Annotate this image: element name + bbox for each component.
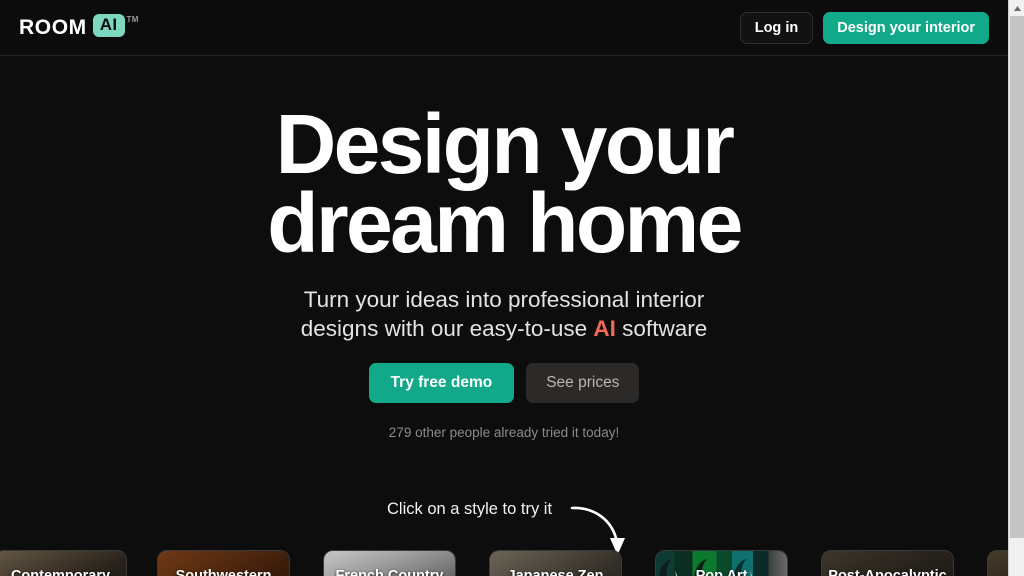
style-card-label: Japanese Zen bbox=[507, 568, 604, 576]
browser-page: ROOM AI TM Log in Design your interior D… bbox=[0, 0, 1024, 576]
logo-ai-badge: AI bbox=[92, 14, 125, 37]
site-logo[interactable]: ROOM AI TM bbox=[19, 14, 139, 41]
vertical-scrollbar[interactable] bbox=[1008, 0, 1024, 576]
style-card[interactable]: Southwestern bbox=[157, 550, 290, 576]
hero-subtitle-line2b: software bbox=[615, 316, 708, 341]
hero-subtitle-line2a: designs with our easy-to-use bbox=[300, 316, 594, 341]
style-card-label: Southwestern bbox=[175, 568, 272, 576]
style-card-label: French Country bbox=[335, 568, 444, 576]
style-card[interactable]: Japanese Zen bbox=[489, 550, 622, 576]
style-card-thumbnail bbox=[988, 551, 1008, 576]
hero-subtitle: Turn your ideas into professional interi… bbox=[0, 285, 1008, 343]
style-card-label: Post-Apocalyptic bbox=[828, 568, 947, 576]
style-card[interactable]: Contemporary bbox=[0, 550, 127, 576]
see-prices-button[interactable]: See prices bbox=[526, 363, 640, 403]
hero-cta-row: Try free demo See prices bbox=[0, 363, 1008, 403]
style-card-label: Pop Art bbox=[695, 568, 748, 576]
style-hint-label: Click on a style to try it bbox=[387, 500, 553, 518]
hero-title-line2: dream home bbox=[267, 176, 743, 270]
logo-word: ROOM bbox=[19, 16, 87, 39]
header-actions: Log in Design your interior bbox=[739, 11, 989, 44]
trademark-icon: TM bbox=[126, 15, 139, 24]
design-your-interior-button[interactable]: Design your interior bbox=[823, 11, 989, 44]
style-card[interactable]: Pop Art bbox=[655, 550, 788, 576]
hero-section: Design your dream home Turn your ideas i… bbox=[0, 56, 1008, 440]
page-title: Design your dream home bbox=[0, 102, 1008, 265]
style-card-label: Contemporary bbox=[10, 568, 111, 576]
scrollbar-thumb[interactable] bbox=[1010, 16, 1024, 538]
login-button[interactable]: Log in bbox=[739, 11, 814, 44]
style-card[interactable]: Post-Apocalyptic bbox=[821, 550, 954, 576]
site-header: ROOM AI TM Log in Design your interior bbox=[0, 0, 1008, 56]
hero-subtitle-ai-highlight: AI bbox=[593, 316, 616, 341]
style-card[interactable] bbox=[987, 550, 1008, 576]
style-card[interactable]: French Country bbox=[323, 550, 456, 576]
social-proof-text: 279 other people already tried it today! bbox=[388, 425, 620, 440]
page-viewport: ROOM AI TM Log in Design your interior D… bbox=[0, 0, 1008, 576]
try-free-demo-button[interactable]: Try free demo bbox=[368, 363, 515, 403]
scroll-up-arrow-icon[interactable] bbox=[1009, 0, 1024, 16]
style-card-strip[interactable]: Contemporary Southwestern French Country Ja… bbox=[0, 550, 1008, 576]
hero-subtitle-line1: Turn your ideas into professional interi… bbox=[303, 287, 705, 312]
